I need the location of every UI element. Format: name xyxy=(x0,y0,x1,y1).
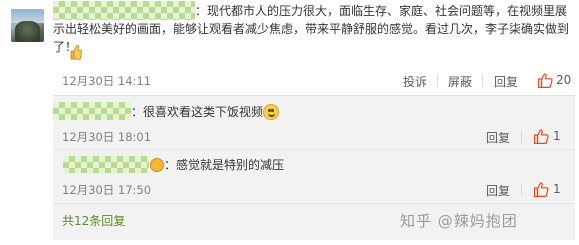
vip-badge-icon xyxy=(150,158,164,172)
reply-text: ：感觉就是特别的减压 xyxy=(164,158,285,172)
reply-divider xyxy=(53,203,575,204)
divider xyxy=(521,131,522,143)
block-button[interactable]: 屏蔽 xyxy=(448,73,472,90)
reply-username-mosaic[interactable] xyxy=(53,102,131,120)
divider xyxy=(482,75,483,87)
divider xyxy=(521,184,522,196)
report-button[interactable]: 投诉 xyxy=(403,73,427,90)
reply-username-mosaic[interactable] xyxy=(63,156,149,173)
like-count: 1 xyxy=(553,129,561,143)
like-icon[interactable] xyxy=(534,182,549,197)
like-count: 1 xyxy=(553,182,561,196)
divider xyxy=(437,75,438,87)
like-icon[interactable] xyxy=(538,73,553,88)
reply-divider xyxy=(53,149,575,150)
main-comment-body: ：现代都市人的压力很大，面临生存、家庭、社会问题等，在视频里展示出轻松美好的画面… xyxy=(53,4,570,54)
smile-emoji-icon xyxy=(263,104,279,120)
reply-reply-button[interactable]: 回复 xyxy=(486,182,510,199)
main-comment-time: 12月30日 14:11 xyxy=(62,74,152,88)
avatar[interactable] xyxy=(11,9,44,42)
reply-time: 12月30日 18:01 xyxy=(62,130,152,144)
expand-replies-link[interactable]: 共12条回复 xyxy=(62,212,125,229)
reply-button[interactable]: 回复 xyxy=(494,73,518,90)
reply-text: ：很喜欢看这类下饭视频 xyxy=(131,105,264,119)
replies-panel: ：很喜欢看这类下饭视频 12月30日 18:01 回复 1 ：感觉就是特别的减压… xyxy=(53,95,575,240)
watermark: 知乎 @辣妈抱团 xyxy=(400,212,518,230)
reply-reply-button[interactable]: 回复 xyxy=(486,129,510,146)
thumbs-up-emoji-icon xyxy=(70,45,82,60)
like-icon[interactable] xyxy=(534,129,549,144)
reply-time: 12月30日 17:50 xyxy=(62,183,152,197)
main-comment-wrap: ：现代都市人的压力很大，面临生存、家庭、社会问题等，在视频里展示出轻松美好的画面… xyxy=(53,2,575,58)
like-count: 20 xyxy=(556,73,572,87)
